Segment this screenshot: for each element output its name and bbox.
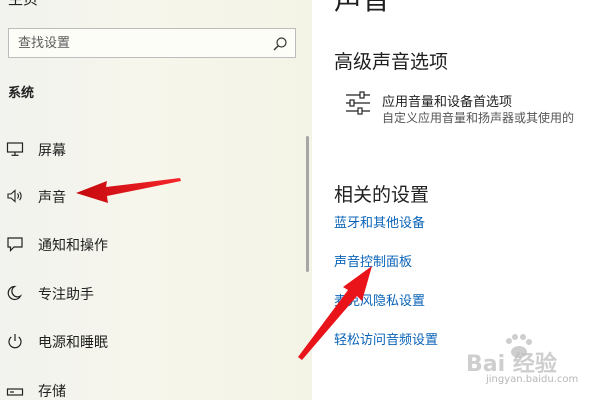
sidebar-item-power-sleep[interactable]: 电源和睡眠 [0, 323, 300, 359]
sidebar-item-label: 存储 [38, 384, 66, 400]
display-icon [6, 142, 24, 156]
speaker-icon [7, 189, 22, 203]
sidebar-item-label: 屏幕 [38, 143, 66, 159]
storage-icon [6, 388, 24, 396]
search-input[interactable] [9, 29, 268, 57]
link-microphone-privacy[interactable]: 麦克风隐私设置 [334, 290, 425, 309]
settings-main-panel: 声音 高级声音选项 应用音量和设备首选项 自定义应用音量和扬声器或其使用的 相关… [312, 0, 600, 400]
sidebar-scrollbar[interactable] [306, 136, 309, 272]
search-box[interactable] [8, 28, 296, 58]
sidebar-item-storage[interactable]: 存储 [0, 372, 300, 400]
search-icon[interactable] [272, 36, 288, 52]
moon-icon [7, 285, 23, 301]
app-volume-title: 应用音量和设备首选项 [382, 95, 513, 110]
sidebar-item-label: 通知和操作 [38, 238, 108, 254]
app-volume-device-preferences[interactable]: 应用音量和设备首选项 自定义应用音量和扬声器或其使用的 [344, 90, 600, 128]
power-icon [8, 334, 22, 349]
settings-sidebar: 主页 系统 屏幕 声音 通知和操作 专注助手 [0, 0, 312, 400]
related-settings-heading: 相关的设置 [334, 184, 430, 206]
link-ease-of-access-audio[interactable]: 轻松访问音频设置 [334, 329, 438, 348]
advanced-sound-heading: 高级声音选项 [334, 51, 449, 73]
sidebar-item-label: 声音 [38, 190, 66, 206]
mixer-sliders-icon [346, 91, 370, 115]
app-volume-description: 自定义应用音量和扬声器或其使用的 [382, 111, 575, 125]
sidebar-item-notifications[interactable]: 通知和操作 [0, 226, 300, 262]
sidebar-item-focus-assist[interactable]: 专注助手 [0, 275, 300, 311]
sidebar-item-label: 专注助手 [38, 287, 94, 303]
link-sound-control-panel[interactable]: 声音控制面板 [334, 251, 412, 270]
sidebar-item-label: 电源和睡眠 [38, 335, 108, 351]
notification-icon [7, 237, 23, 252]
page-title: 声音 [334, 0, 390, 18]
home-nav-item[interactable]: 主页 [8, 0, 38, 9]
watermark-url: jingyan.baidu.com [486, 374, 579, 385]
sidebar-item-display[interactable]: 屏幕 [0, 131, 300, 167]
link-bluetooth-devices[interactable]: 蓝牙和其他设备 [334, 212, 425, 231]
sidebar-item-sound[interactable]: 声音 [0, 178, 300, 214]
section-label-system: 系统 [8, 86, 35, 101]
